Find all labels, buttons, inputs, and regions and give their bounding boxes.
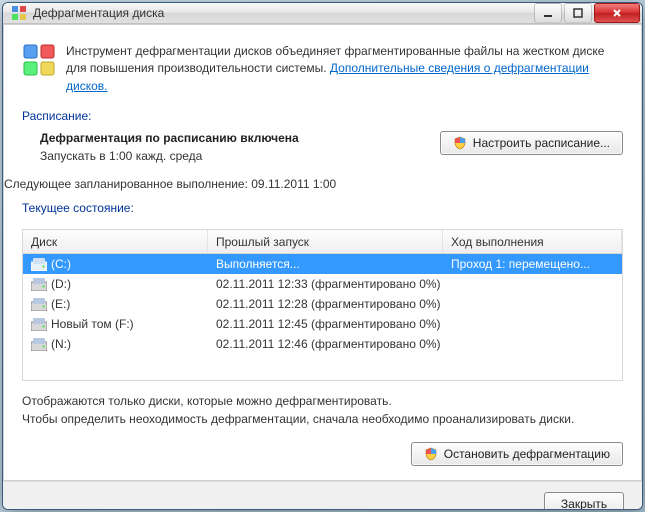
- footnote: Отображаются только диски, которые можно…: [22, 393, 623, 428]
- col-disk[interactable]: Диск: [23, 230, 208, 253]
- close-button[interactable]: [594, 3, 640, 23]
- configure-schedule-label: Настроить расписание...: [473, 136, 610, 150]
- cell-progress: Проход 1: перемещено...: [443, 257, 622, 271]
- configure-schedule-button[interactable]: Настроить расписание...: [440, 131, 623, 155]
- table-row[interactable]: (C:)Выполняется...Проход 1: перемещено..…: [23, 254, 622, 274]
- cell-last-run: 02.11.2011 12:46 (фрагментировано 0%): [208, 337, 443, 351]
- schedule-next-run: Следующее запланированное выполнение: 09…: [4, 175, 623, 191]
- drive-icon: [31, 258, 47, 271]
- col-progress[interactable]: Ход выполнения: [443, 230, 622, 253]
- defrag-large-icon: [22, 43, 56, 77]
- table-row[interactable]: (E:)02.11.2011 12:28 (фрагментировано 0%…: [23, 294, 622, 314]
- shield-icon: [424, 447, 438, 461]
- drive-icon: [31, 318, 47, 331]
- footnote-line1: Отображаются только диски, которые можно…: [22, 393, 623, 410]
- stop-defrag-button[interactable]: Остановить дефрагментацию: [411, 442, 623, 466]
- cell-last-run: 02.11.2011 12:28 (фрагментировано 0%): [208, 297, 443, 311]
- footnote-line2: Чтобы определить неоходимость дефрагмент…: [22, 411, 623, 428]
- defrag-app-icon: [11, 5, 27, 21]
- titlebar[interactable]: Дефрагментация диска: [3, 3, 642, 24]
- maximize-button[interactable]: [564, 3, 592, 23]
- cell-last-run: 02.11.2011 12:33 (фрагментировано 0%): [208, 277, 443, 291]
- info-banner: Инструмент дефрагментации дисков объедин…: [22, 39, 623, 107]
- drive-icon: [31, 298, 47, 311]
- table-row[interactable]: (N:)02.11.2011 12:46 (фрагментировано 0%…: [23, 334, 622, 354]
- cell-disk: (C:): [23, 257, 208, 271]
- state-section-label: Текущее состояние:: [22, 201, 623, 215]
- window-title: Дефрагментация диска: [33, 6, 532, 20]
- cell-last-run: 02.11.2011 12:45 (фрагментировано 0%): [208, 317, 443, 331]
- window: Дефрагментация диска Инструмент дефрагме…: [2, 2, 643, 510]
- disk-table: Диск Прошлый запуск Ход выполнения (C:)В…: [22, 229, 623, 381]
- table-body: (C:)Выполняется...Проход 1: перемещено..…: [23, 254, 622, 354]
- schedule-time: Запускать в 1:00 кажд. среда: [40, 149, 428, 163]
- cell-disk: (E:): [23, 297, 208, 311]
- table-row[interactable]: Новый том (F:)02.11.2011 12:45 (фрагмент…: [23, 314, 622, 334]
- info-text: Инструмент дефрагментации дисков объедин…: [66, 43, 623, 95]
- close-dialog-label: Закрыть: [561, 497, 607, 510]
- cell-disk: (N:): [23, 337, 208, 351]
- stop-defrag-label: Остановить дефрагментацию: [444, 447, 610, 461]
- cell-disk: Новый том (F:): [23, 317, 208, 331]
- minimize-button[interactable]: [534, 3, 562, 23]
- cell-last-run: Выполняется...: [208, 257, 443, 271]
- table-row[interactable]: (D:)02.11.2011 12:33 (фрагментировано 0%…: [23, 274, 622, 294]
- cell-disk: (D:): [23, 277, 208, 291]
- shield-icon: [453, 136, 467, 150]
- table-header: Диск Прошлый запуск Ход выполнения: [23, 230, 622, 254]
- close-dialog-button[interactable]: Закрыть: [544, 492, 624, 510]
- content-area: Инструмент дефрагментации дисков объедин…: [3, 24, 642, 481]
- col-last-run[interactable]: Прошлый запуск: [208, 230, 443, 253]
- footer: Закрыть: [3, 481, 642, 510]
- schedule-section-label: Расписание:: [22, 109, 623, 123]
- drive-icon: [31, 338, 47, 351]
- drive-icon: [31, 278, 47, 291]
- schedule-status-title: Дефрагментация по расписанию включена: [40, 131, 428, 145]
